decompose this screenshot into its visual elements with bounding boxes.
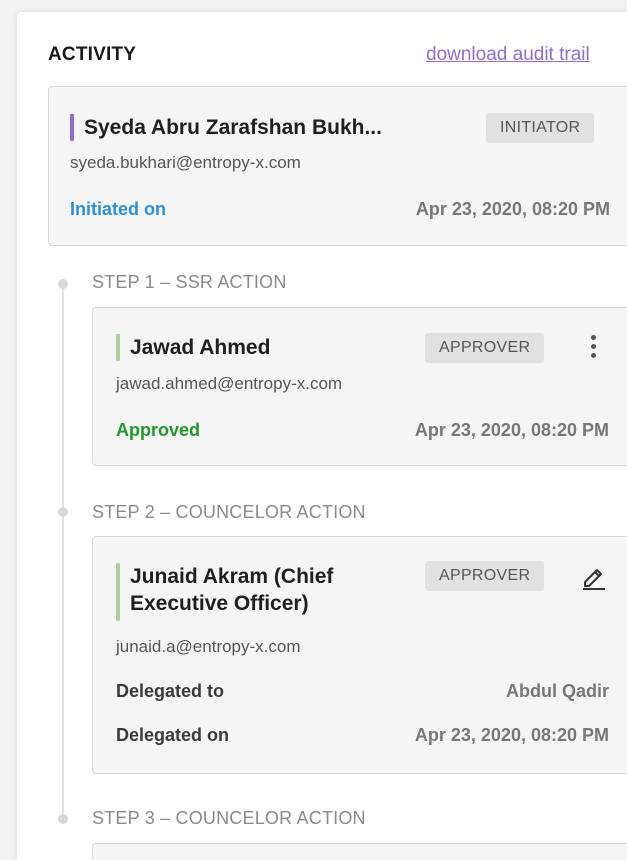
step-1-date: Apr 23, 2020, 08:20 PM [414,420,609,440]
download-audit-trail-link[interactable]: download audit trail [426,44,590,66]
step-1-badge: APPROVER [425,333,545,363]
step-1-label: STEP 1 – SSR ACTION [92,272,287,292]
kebab-menu-icon[interactable] [591,335,597,362]
step-2-badge: APPROVER [425,561,545,591]
initiated-on-label: Initiated on [70,199,166,219]
delegated-to-value: Abdul Qadir [506,681,609,701]
pencil-icon[interactable] [579,563,607,591]
delegated-on-label: Delegated on [116,725,230,745]
delegated-on-value: Apr 23, 2020, 08:20 PM [414,725,609,745]
step-2-name: Junaid Akram (Chief Executive Officer) [130,563,333,617]
step-2-label: STEP 2 – COUNCELOR ACTION [92,502,366,522]
step-2-email: junaid.a@entropy-x.com [116,637,301,656]
initiator-accent-bar [70,114,74,141]
initiator-name-wrap: Syeda Abru Zarafshan Bukh... [70,114,382,141]
step-2-name-line-1: Junaid Akram (Chief [130,565,334,588]
step-1-dot [58,279,68,289]
initiated-on-date: Apr 23, 2020, 08:20 PM [415,199,610,219]
initiator-card: Syeda Abru Zarafshan Bukh... INITIATOR s… [48,86,627,246]
step-2-dot [58,507,68,517]
step-2-accent-bar [116,563,120,621]
timeline-line [62,284,64,824]
step-1-card: Jawad Ahmed APPROVER jawad.ahmed@entropy… [92,307,627,466]
step-2-card: Junaid Akram (Chief Executive Officer) A… [92,536,627,774]
initiator-email: syeda.bukhari@entropy-x.com [70,153,301,172]
step-1-accent-bar [116,334,120,361]
step-3-card [92,843,627,860]
step-3-label: STEP 3 – COUNCELOR ACTION [92,808,366,828]
step-2-name-line-2: Executive Officer) [130,592,309,615]
step-2-name-wrap: Junaid Akram (Chief Executive Officer) [116,563,333,621]
step-1-email: jawad.ahmed@entropy-x.com [116,374,343,393]
delegated-to-label: Delegated to [116,681,225,701]
activity-title: ACTIVITY [48,44,137,65]
initiator-badge: INITIATOR [486,113,595,143]
step-3-dot [58,814,68,824]
step-1-name: Jawad Ahmed [130,336,271,359]
initiator-name: Syeda Abru Zarafshan Bukh... [84,116,382,139]
viewport: ACTIVITY download audit trail Syeda Abru… [0,0,627,860]
step-1-name-wrap: Jawad Ahmed [116,334,270,361]
approved-label: Approved [116,420,201,440]
